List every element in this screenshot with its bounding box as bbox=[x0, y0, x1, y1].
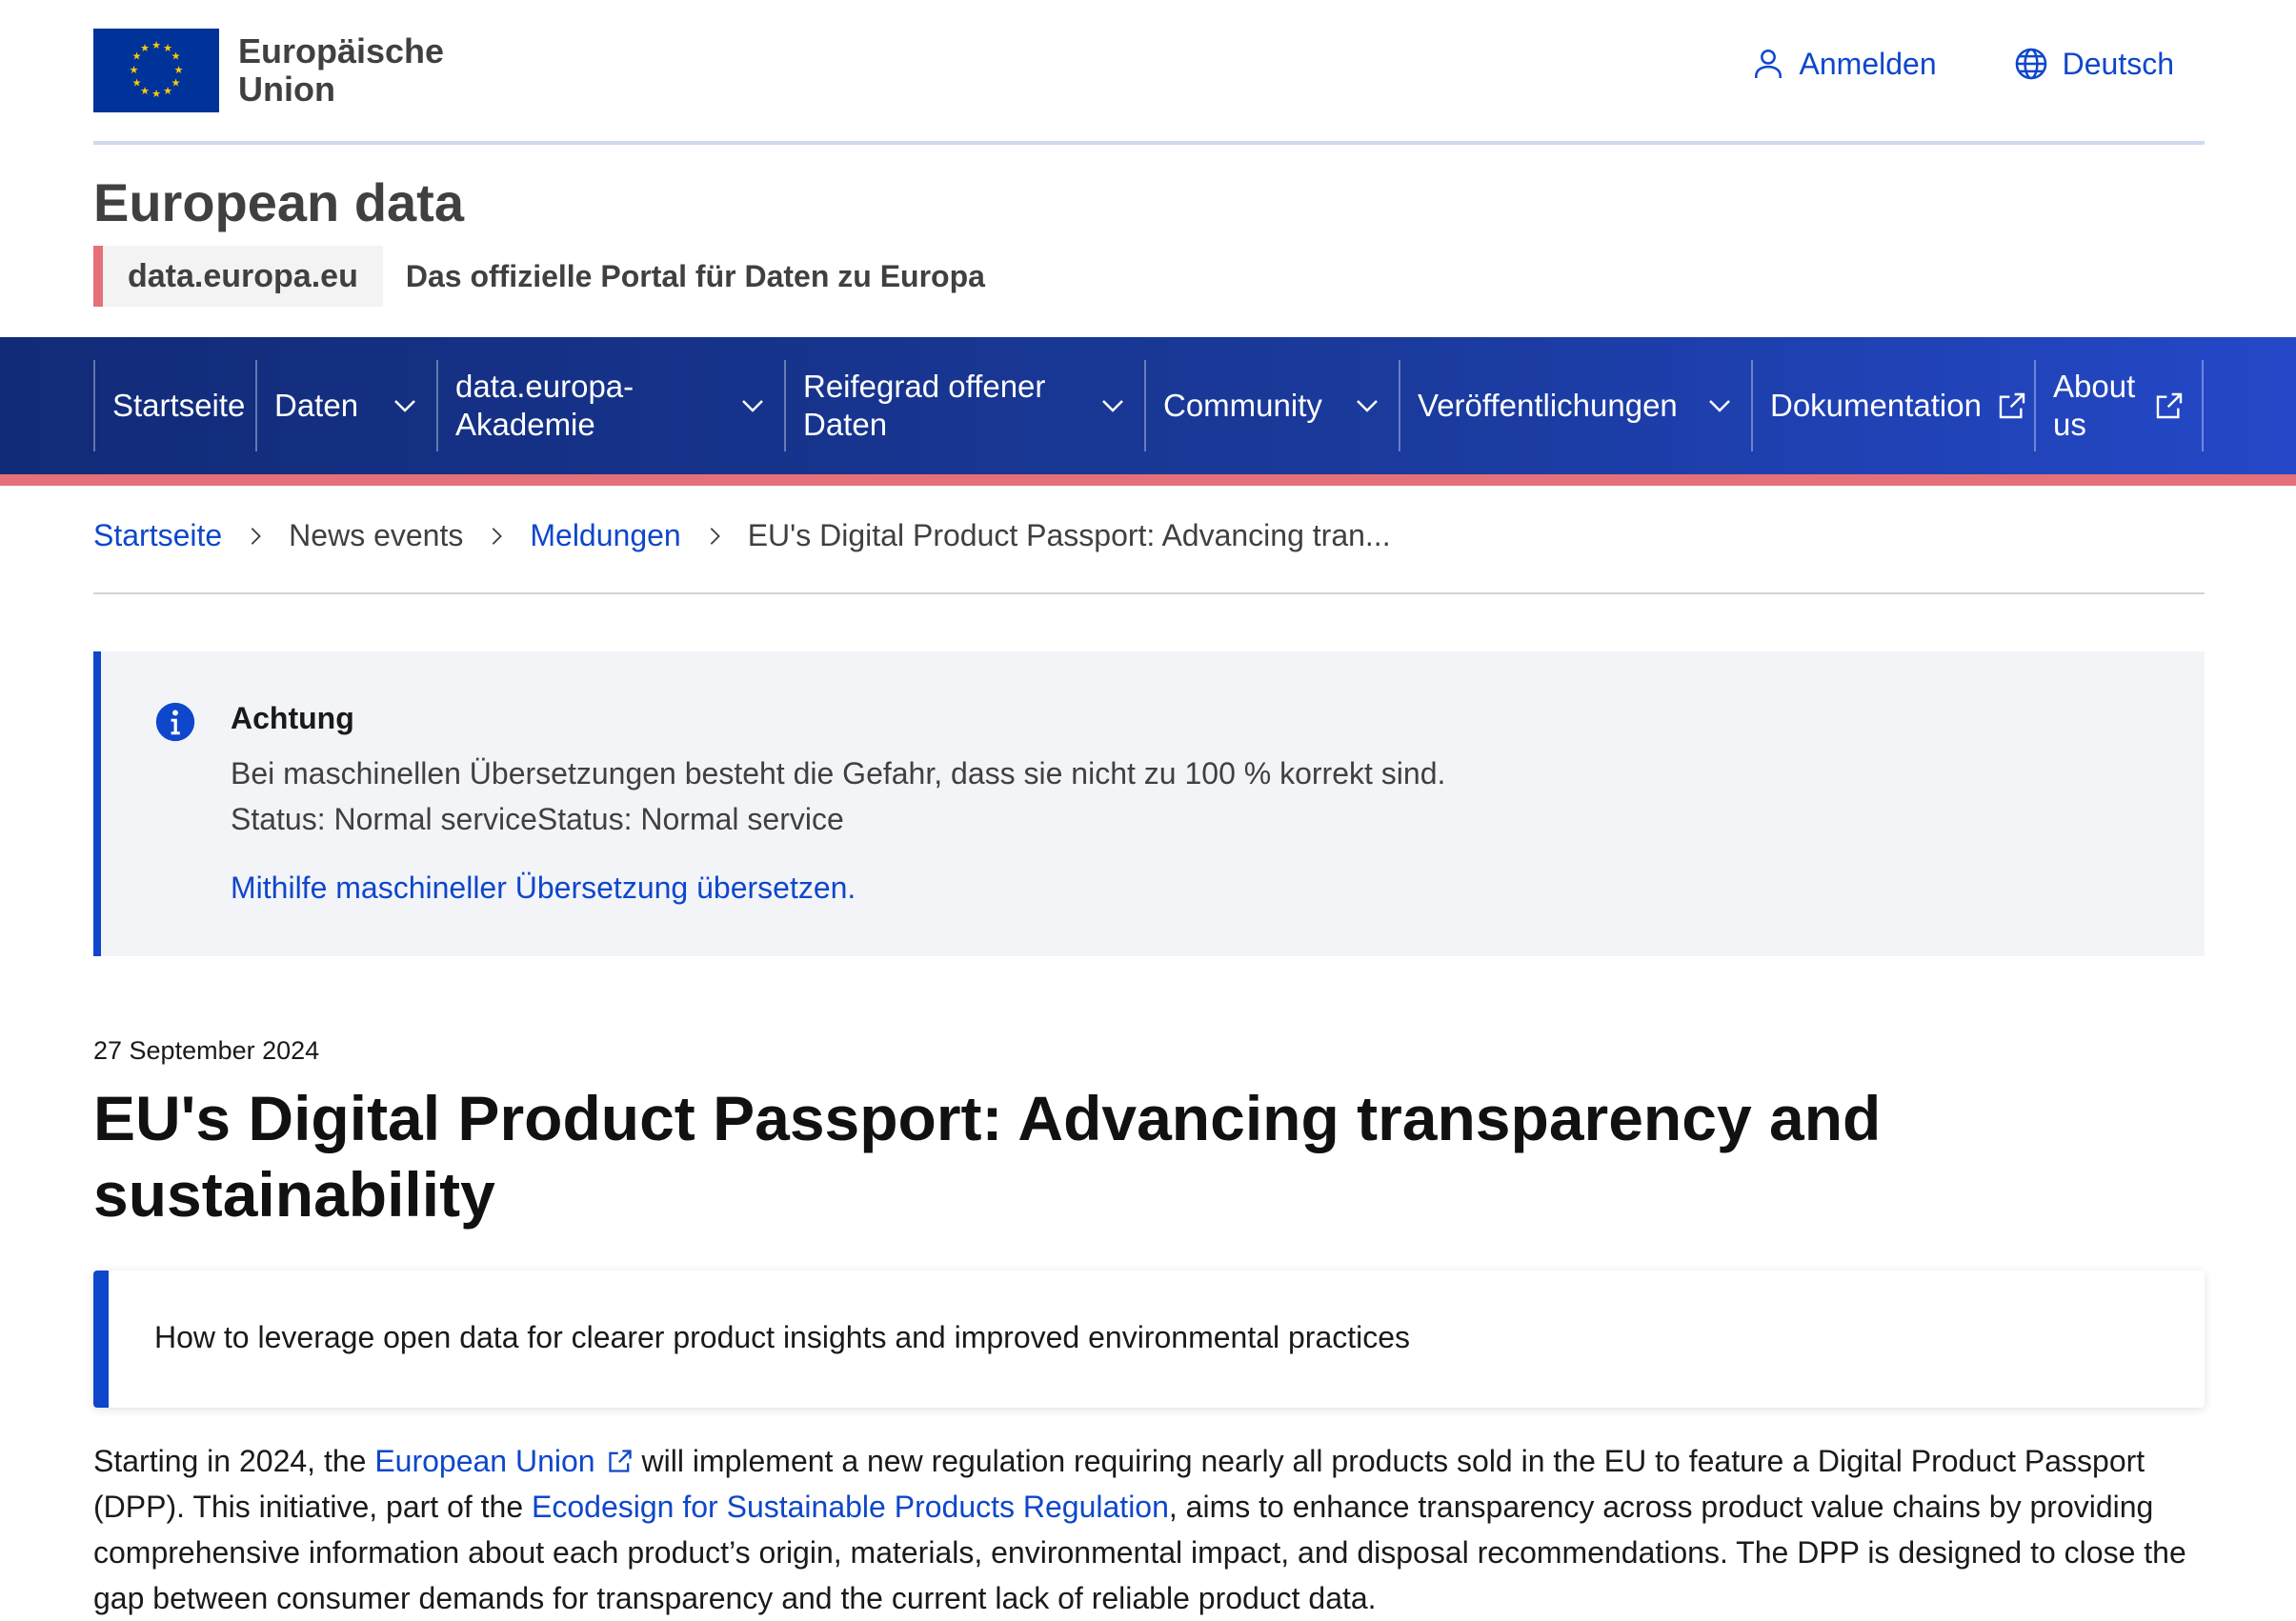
chevron-right-icon bbox=[710, 527, 720, 545]
nav-label: About us bbox=[2053, 368, 2135, 444]
nav-accent-bar bbox=[0, 474, 2296, 486]
svg-text:★: ★ bbox=[171, 77, 181, 90]
breadcrumb-news-events: News events bbox=[289, 518, 464, 552]
breadcrumb: Startseite News events Meldungen EU's Di… bbox=[93, 518, 1391, 553]
notice-title: Achtung bbox=[231, 701, 354, 735]
nav-label-line: us bbox=[2053, 407, 2086, 442]
article-lead-text: How to leverage open data for clearer pr… bbox=[154, 1320, 1411, 1354]
svg-text:★: ★ bbox=[130, 64, 139, 76]
chevron-down-icon bbox=[394, 400, 415, 412]
nav-label-line: Community bbox=[1163, 388, 1322, 423]
chevron-down-icon bbox=[742, 400, 763, 412]
svg-text:★: ★ bbox=[132, 77, 142, 90]
nav-label-line: Daten bbox=[274, 388, 359, 423]
body-text: Starting in 2024, the bbox=[93, 1444, 375, 1478]
article-lead: How to leverage open data for clearer pr… bbox=[93, 1271, 2205, 1408]
nav-label-line: Akademie bbox=[455, 407, 595, 442]
breadcrumb-divider bbox=[93, 592, 2205, 594]
breadcrumb-meldungen[interactable]: Meldungen bbox=[530, 518, 680, 553]
nav-label: Community bbox=[1163, 387, 1322, 425]
translation-notice: Achtung Bei maschinellen Übersetzungen b… bbox=[93, 651, 2205, 956]
nav-item-veroeffentlichungen[interactable]: Veröffentlichungen bbox=[1399, 360, 1751, 451]
breadcrumb-current: EU's Digital Product Passport: Advancing… bbox=[747, 518, 1391, 552]
ecodesign-regulation-link[interactable]: Ecodesign for Sustainable Products Regul… bbox=[532, 1490, 1169, 1524]
nav-label-line: data.europa- bbox=[455, 369, 634, 404]
svg-text:★: ★ bbox=[163, 85, 172, 97]
logo-line-1: Europäische bbox=[238, 31, 445, 70]
eu-wordmark: Europäische Union bbox=[238, 32, 444, 109]
nav-label: Startseite bbox=[112, 387, 245, 425]
machine-translate-link[interactable]: Mithilfe maschineller Übersetzung überse… bbox=[231, 871, 856, 906]
nav-label: Dokumentation bbox=[1770, 387, 1982, 425]
login-link[interactable]: Anmelden bbox=[1750, 46, 1937, 82]
svg-text:★: ★ bbox=[151, 88, 161, 100]
nav-label-line: About bbox=[2053, 369, 2136, 404]
nav-item-reifegrad[interactable]: Reifegrad offener Daten bbox=[784, 360, 1144, 451]
nav-label: Veröffentlichungen bbox=[1418, 387, 1678, 425]
european-union-link[interactable]: European Union bbox=[374, 1444, 594, 1478]
nav-item-dokumentation[interactable]: Dokumentation bbox=[1751, 360, 2034, 451]
chevron-right-icon bbox=[493, 527, 503, 545]
chevron-down-icon bbox=[1357, 400, 1378, 412]
login-label: Anmelden bbox=[1799, 46, 1937, 81]
nav-label-line: Daten bbox=[803, 407, 888, 442]
nav-label: data.europa- Akademie bbox=[455, 368, 634, 444]
nav-label: Daten bbox=[274, 387, 358, 425]
language-label: Deutsch bbox=[2062, 46, 2174, 81]
external-link-icon bbox=[1999, 392, 2025, 419]
notice-status: Status: Normal serviceStatus: Normal ser… bbox=[231, 802, 844, 836]
nav-label: Reifegrad offener Daten bbox=[803, 368, 1045, 444]
chevron-right-icon bbox=[251, 527, 262, 545]
nav-item-community[interactable]: Community bbox=[1144, 360, 1399, 451]
site-tagline: Das offizielle Portal für Daten zu Europ… bbox=[405, 258, 985, 293]
nav-label-line: Reifegrad offener bbox=[803, 369, 1046, 404]
logo-line-2: Union bbox=[238, 70, 335, 109]
header-divider bbox=[93, 141, 2205, 145]
nav-menu: Startseite Daten data.europa- Akademie R… bbox=[93, 360, 2204, 451]
nav-item-about-us[interactable]: About us bbox=[2034, 360, 2204, 451]
site-header: ★ ★ ★ ★ ★ ★ ★ ★ ★ ★ ★ ★ Europäische Unio… bbox=[0, 0, 2296, 145]
nav-item-daten[interactable]: Daten bbox=[255, 360, 436, 451]
external-link-icon bbox=[2156, 392, 2183, 419]
svg-text:★: ★ bbox=[174, 64, 184, 76]
main-navigation: Startseite Daten data.europa- Akademie R… bbox=[0, 337, 2296, 474]
article-title: EU's Digital Product Passport: Advancing… bbox=[93, 1083, 1882, 1230]
svg-text:★: ★ bbox=[151, 39, 161, 51]
eu-flag-icon: ★ ★ ★ ★ ★ ★ ★ ★ ★ ★ ★ ★ bbox=[93, 29, 219, 112]
nav-label-line: Dokumentation bbox=[1770, 388, 1982, 423]
user-icon bbox=[1754, 49, 1782, 79]
site-identity: data.europa.eu Das offizielle Portal für… bbox=[93, 246, 985, 307]
chevron-down-icon bbox=[1102, 400, 1123, 412]
eu-stars-icon: ★ ★ ★ ★ ★ ★ ★ ★ ★ ★ ★ ★ bbox=[93, 29, 219, 112]
eu-logo[interactable]: ★ ★ ★ ★ ★ ★ ★ ★ ★ ★ ★ ★ Europäische Unio… bbox=[93, 29, 444, 112]
chevron-down-icon bbox=[1709, 400, 1730, 412]
info-icon bbox=[155, 702, 195, 742]
svg-text:★: ★ bbox=[140, 42, 150, 54]
language-selector[interactable]: Deutsch bbox=[2013, 46, 2174, 82]
article-date: 27 September 2024 bbox=[93, 1036, 320, 1065]
breadcrumb-startseite[interactable]: Startseite bbox=[93, 518, 222, 553]
svg-text:★: ★ bbox=[171, 50, 181, 63]
article-body: Starting in 2024, the European Union wil… bbox=[93, 1438, 2205, 1621]
site-title[interactable]: European data bbox=[93, 171, 464, 233]
external-link-icon[interactable] bbox=[607, 1448, 634, 1474]
notice-text: Bei maschinellen Übersetzungen besteht d… bbox=[231, 756, 1446, 790]
header-actions: Anmelden Deutsch bbox=[1750, 46, 2174, 82]
nav-item-akademie[interactable]: data.europa- Akademie bbox=[436, 360, 784, 451]
nav-label-line: Veröffentlichungen bbox=[1418, 388, 1678, 423]
nav-label-line: Startseite bbox=[112, 388, 246, 423]
site-domain: data.europa.eu bbox=[93, 246, 383, 307]
globe-icon bbox=[2015, 48, 2046, 80]
nav-item-startseite[interactable]: Startseite bbox=[93, 360, 255, 451]
svg-text:★: ★ bbox=[140, 85, 150, 97]
